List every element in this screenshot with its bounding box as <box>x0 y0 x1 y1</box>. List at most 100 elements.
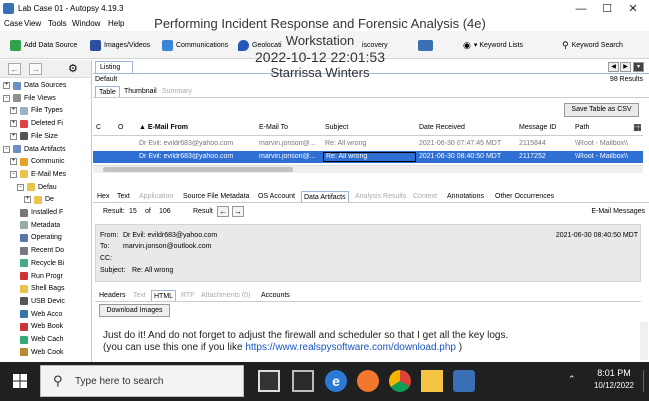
tab-analysis-results[interactable]: Analysis Results <box>353 191 408 202</box>
scrollbar-thumb[interactable] <box>103 167 293 172</box>
tab-summary[interactable]: Summary <box>159 86 195 97</box>
tree-item[interactable]: Installed F <box>10 207 63 218</box>
tree-item[interactable]: - File Views <box>3 93 56 104</box>
tab-source-file-metadata[interactable]: Source File Metadata <box>181 191 252 202</box>
column-header-subject[interactable]: Subject <box>325 124 348 131</box>
menu-tools[interactable]: Tools <box>48 19 67 28</box>
tree-item[interactable]: Recycle Bi <box>10 258 64 269</box>
task-view-icon[interactable] <box>292 370 314 392</box>
column-chooser-icon[interactable]: ▦ <box>633 122 642 133</box>
firefox-icon[interactable] <box>357 370 379 392</box>
download-images-button[interactable]: Download Images <box>99 304 170 317</box>
terminal-app-icon[interactable] <box>258 370 280 392</box>
previous-result-icon[interactable]: ← <box>217 206 229 217</box>
forward-arrow-icon[interactable]: → <box>29 63 42 75</box>
column-header-email-to[interactable]: E-Mail To <box>259 124 288 131</box>
column-header-c[interactable]: C <box>96 124 101 131</box>
tab-hex[interactable]: Hex <box>95 191 111 202</box>
previous-tab-icon[interactable]: ◀ <box>608 62 619 72</box>
tab-menu-icon[interactable]: ▾ <box>633 62 644 72</box>
tree-item[interactable]: - Data Artifacts <box>3 144 66 155</box>
tree-item[interactable]: Web Cook <box>10 347 64 358</box>
system-clock[interactable]: 8:01 PM 10/12/2022 <box>585 368 643 390</box>
file-explorer-icon[interactable] <box>421 370 443 392</box>
column-header-message-id[interactable]: Message ID <box>519 124 556 131</box>
close-button[interactable]: ✕ <box>622 2 644 16</box>
expand-toggle-icon[interactable]: - <box>17 183 24 191</box>
menu-view[interactable]: View <box>24 19 41 28</box>
autopsy-taskbar-icon[interactable] <box>453 370 475 392</box>
chrome-icon[interactable] <box>389 370 411 392</box>
tree-item-label: Run Progr <box>31 272 63 280</box>
tab-headers[interactable]: Headers <box>97 290 127 301</box>
tab-data-artifacts[interactable]: Data Artifacts <box>301 191 349 202</box>
menu-window[interactable]: Window <box>72 19 100 28</box>
add-data-source-button[interactable]: Add Data Source <box>10 37 77 53</box>
tree-item[interactable]: Shell Bags <box>10 283 64 294</box>
tab-context[interactable]: Context <box>411 191 439 202</box>
show-hidden-icons-icon[interactable]: ⌃ <box>568 374 576 385</box>
tree-item[interactable]: - Defau <box>17 182 57 193</box>
next-tab-icon[interactable]: ▶ <box>620 62 631 72</box>
minimize-button[interactable]: — <box>570 2 592 16</box>
tree-item[interactable]: + Data Sources <box>3 80 66 91</box>
next-result-icon[interactable]: → <box>232 206 244 217</box>
tree-item[interactable]: Web Acco <box>10 309 62 320</box>
vertical-scrollbar[interactable] <box>640 322 648 360</box>
tree-item[interactable]: USB Devic <box>10 296 65 307</box>
column-header-date-received[interactable]: Date Received <box>419 124 465 131</box>
tree-item[interactable]: - E-Mail Mes <box>10 169 66 180</box>
expand-toggle-icon[interactable]: + <box>24 196 31 204</box>
tab-other-occurrences[interactable]: Other Occurrences <box>493 191 556 202</box>
keyword-search-button[interactable]: ⚲ Keyword Search <box>562 37 623 53</box>
tab-thumbnail[interactable]: Thumbnail <box>121 86 160 97</box>
tab-table[interactable]: Table <box>95 86 120 97</box>
start-button[interactable] <box>0 362 40 401</box>
tree-item[interactable]: Run Progr <box>10 271 63 282</box>
expand-toggle-icon[interactable]: + <box>10 120 17 128</box>
tree-item[interactable]: + Communic <box>10 156 64 167</box>
tab-os-account[interactable]: OS Account <box>256 191 297 202</box>
tree-item[interactable]: Operating <box>10 232 62 243</box>
expand-toggle-icon[interactable]: - <box>3 145 10 153</box>
back-arrow-icon[interactable]: ← <box>8 63 21 75</box>
artifact-type-label: E-Mail Messages <box>591 208 645 215</box>
tab-annotations[interactable]: Annotations <box>445 191 486 202</box>
expand-toggle-icon[interactable]: + <box>10 132 17 140</box>
tab-attachments[interactable]: Attachments (0) <box>199 290 252 301</box>
table-row[interactable]: Dr Evil: evildr683@yahoo.com marvin.jons… <box>93 138 643 150</box>
save-table-csv-button[interactable]: Save Table as CSV <box>564 103 639 117</box>
expand-toggle-icon[interactable]: + <box>10 158 17 166</box>
tab-application[interactable]: Application <box>137 191 175 202</box>
expand-toggle-icon[interactable]: + <box>3 82 10 89</box>
gear-icon[interactable]: ⚙ <box>68 62 78 75</box>
column-header-o[interactable]: O <box>118 124 123 131</box>
tree-item[interactable]: + De <box>24 194 54 205</box>
tree-item[interactable]: Web Book <box>10 321 63 332</box>
expand-toggle-icon[interactable]: + <box>10 107 17 115</box>
edge-browser-icon[interactable]: e <box>325 370 347 392</box>
table-row-selected[interactable]: Dr Evil: evildr683@yahoo.com marvin.jons… <box>93 151 643 163</box>
column-header-path[interactable]: Path <box>575 124 589 131</box>
tree-item[interactable]: + File Size <box>10 131 58 142</box>
tab-accounts[interactable]: Accounts <box>259 290 292 301</box>
tab-email-text[interactable]: Text <box>131 290 148 301</box>
maximize-button[interactable]: ☐ <box>596 2 618 16</box>
restore-icon[interactable] <box>645 62 649 72</box>
menu-case[interactable]: Case <box>4 19 23 28</box>
tree-item[interactable]: Metadata <box>10 220 60 231</box>
tab-rtf[interactable]: RTF <box>179 290 196 301</box>
tree-item[interactable]: + File Types <box>10 105 63 116</box>
tab-html[interactable]: HTML <box>151 290 177 301</box>
expand-toggle-icon[interactable]: - <box>10 170 17 178</box>
expand-toggle-icon[interactable]: - <box>3 94 10 102</box>
taskbar-search-box[interactable]: ⚲ Type here to search <box>40 365 244 397</box>
horizontal-scrollbar[interactable] <box>93 165 643 173</box>
show-desktop-button[interactable] <box>643 370 647 392</box>
column-header-email-from[interactable]: ▲ E-Mail From <box>139 124 188 131</box>
tree-item[interactable]: Recent Do <box>10 245 64 256</box>
download-link[interactable]: https://www.realspysoftware.com/download… <box>245 342 456 353</box>
tree-item[interactable]: Web Cach <box>10 334 64 345</box>
tab-text[interactable]: Text <box>115 191 132 202</box>
tree-item[interactable]: + Deleted Fi <box>10 118 63 129</box>
